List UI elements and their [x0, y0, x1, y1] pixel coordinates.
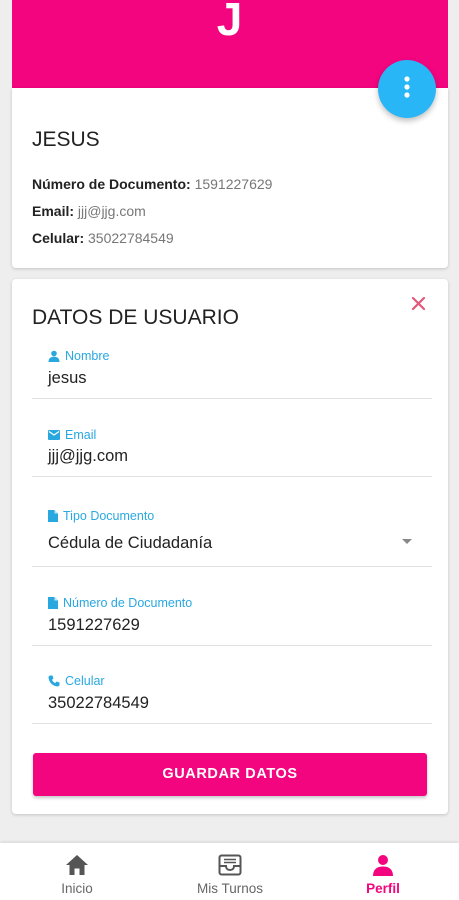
nav-item-perfil[interactable]: Perfil [343, 843, 423, 900]
profile-document-label: Número de Documento: [32, 176, 191, 192]
document-icon [48, 597, 58, 609]
profile-card: JESUS Número de Documento: 1591227629 Em… [12, 88, 448, 268]
phone-icon [48, 675, 60, 687]
email-field-label: Email [48, 428, 96, 442]
person-icon [48, 350, 60, 362]
profile-document-value: 1591227629 [194, 176, 273, 192]
nav-item-mis-turnos[interactable]: Mis Turnos [180, 843, 280, 900]
form-title: DATOS DE USUARIO [32, 306, 239, 329]
dropdown-arrow-icon[interactable] [402, 539, 412, 544]
inbox-icon [218, 853, 242, 877]
phone-input[interactable]: 35022784549 [48, 694, 149, 713]
person-icon [372, 853, 394, 877]
close-form-button[interactable] [408, 293, 430, 315]
email-field[interactable]: Email jjj@jjg.com [32, 420, 432, 477]
email-input[interactable]: jjj@jjg.com [48, 447, 128, 466]
document-number-input[interactable]: 1591227629 [48, 616, 140, 635]
profile-phone-label: Celular: [32, 230, 85, 246]
email-icon [48, 430, 60, 440]
profile-email-value: jjj@jjg.com [77, 203, 146, 219]
profile-email-label: Email: [32, 203, 75, 219]
profile-phone-value: 35022784549 [88, 230, 174, 246]
profile-email-line: Email: jjj@jjg.com [32, 203, 146, 219]
home-icon [65, 853, 89, 877]
name-field-label: Nombre [48, 349, 109, 363]
nav-label-inicio: Inicio [61, 881, 93, 896]
document-icon [48, 510, 58, 522]
nav-label-mis-turnos: Mis Turnos [196, 881, 264, 896]
more-options-button[interactable] [378, 60, 436, 118]
document-number-label: Número de Documento [48, 596, 192, 610]
document-type-label: Tipo Documento [48, 509, 154, 523]
user-data-form: DATOS DE USUARIO Nombre jesus Email jjj@… [12, 279, 448, 814]
save-button[interactable]: GUARDAR DATOS [33, 753, 427, 796]
name-input[interactable]: jesus [48, 369, 87, 388]
nav-item-inicio[interactable]: Inicio [37, 843, 117, 900]
document-type-value: Cédula de Ciudadanía [48, 534, 213, 552]
more-vert-icon [404, 75, 410, 103]
avatar: J [216, 0, 243, 45]
bottom-navigation: Inicio Mis Turnos Perfil [0, 843, 459, 900]
document-number-field[interactable]: Número de Documento 1591227629 [32, 588, 432, 646]
profile-name: JESUS [32, 128, 100, 151]
profile-phone-line: Celular: 35022784549 [32, 230, 174, 246]
document-type-select[interactable]: Tipo Documento Cédula de Ciudadanía [32, 498, 432, 567]
name-field[interactable]: Nombre jesus [32, 341, 432, 399]
close-icon [408, 296, 430, 319]
phone-field[interactable]: Celular 35022784549 [32, 667, 432, 724]
phone-field-label: Celular [48, 674, 105, 688]
nav-label-perfil: Perfil [366, 881, 400, 896]
profile-document-line: Número de Documento: 1591227629 [32, 176, 272, 192]
